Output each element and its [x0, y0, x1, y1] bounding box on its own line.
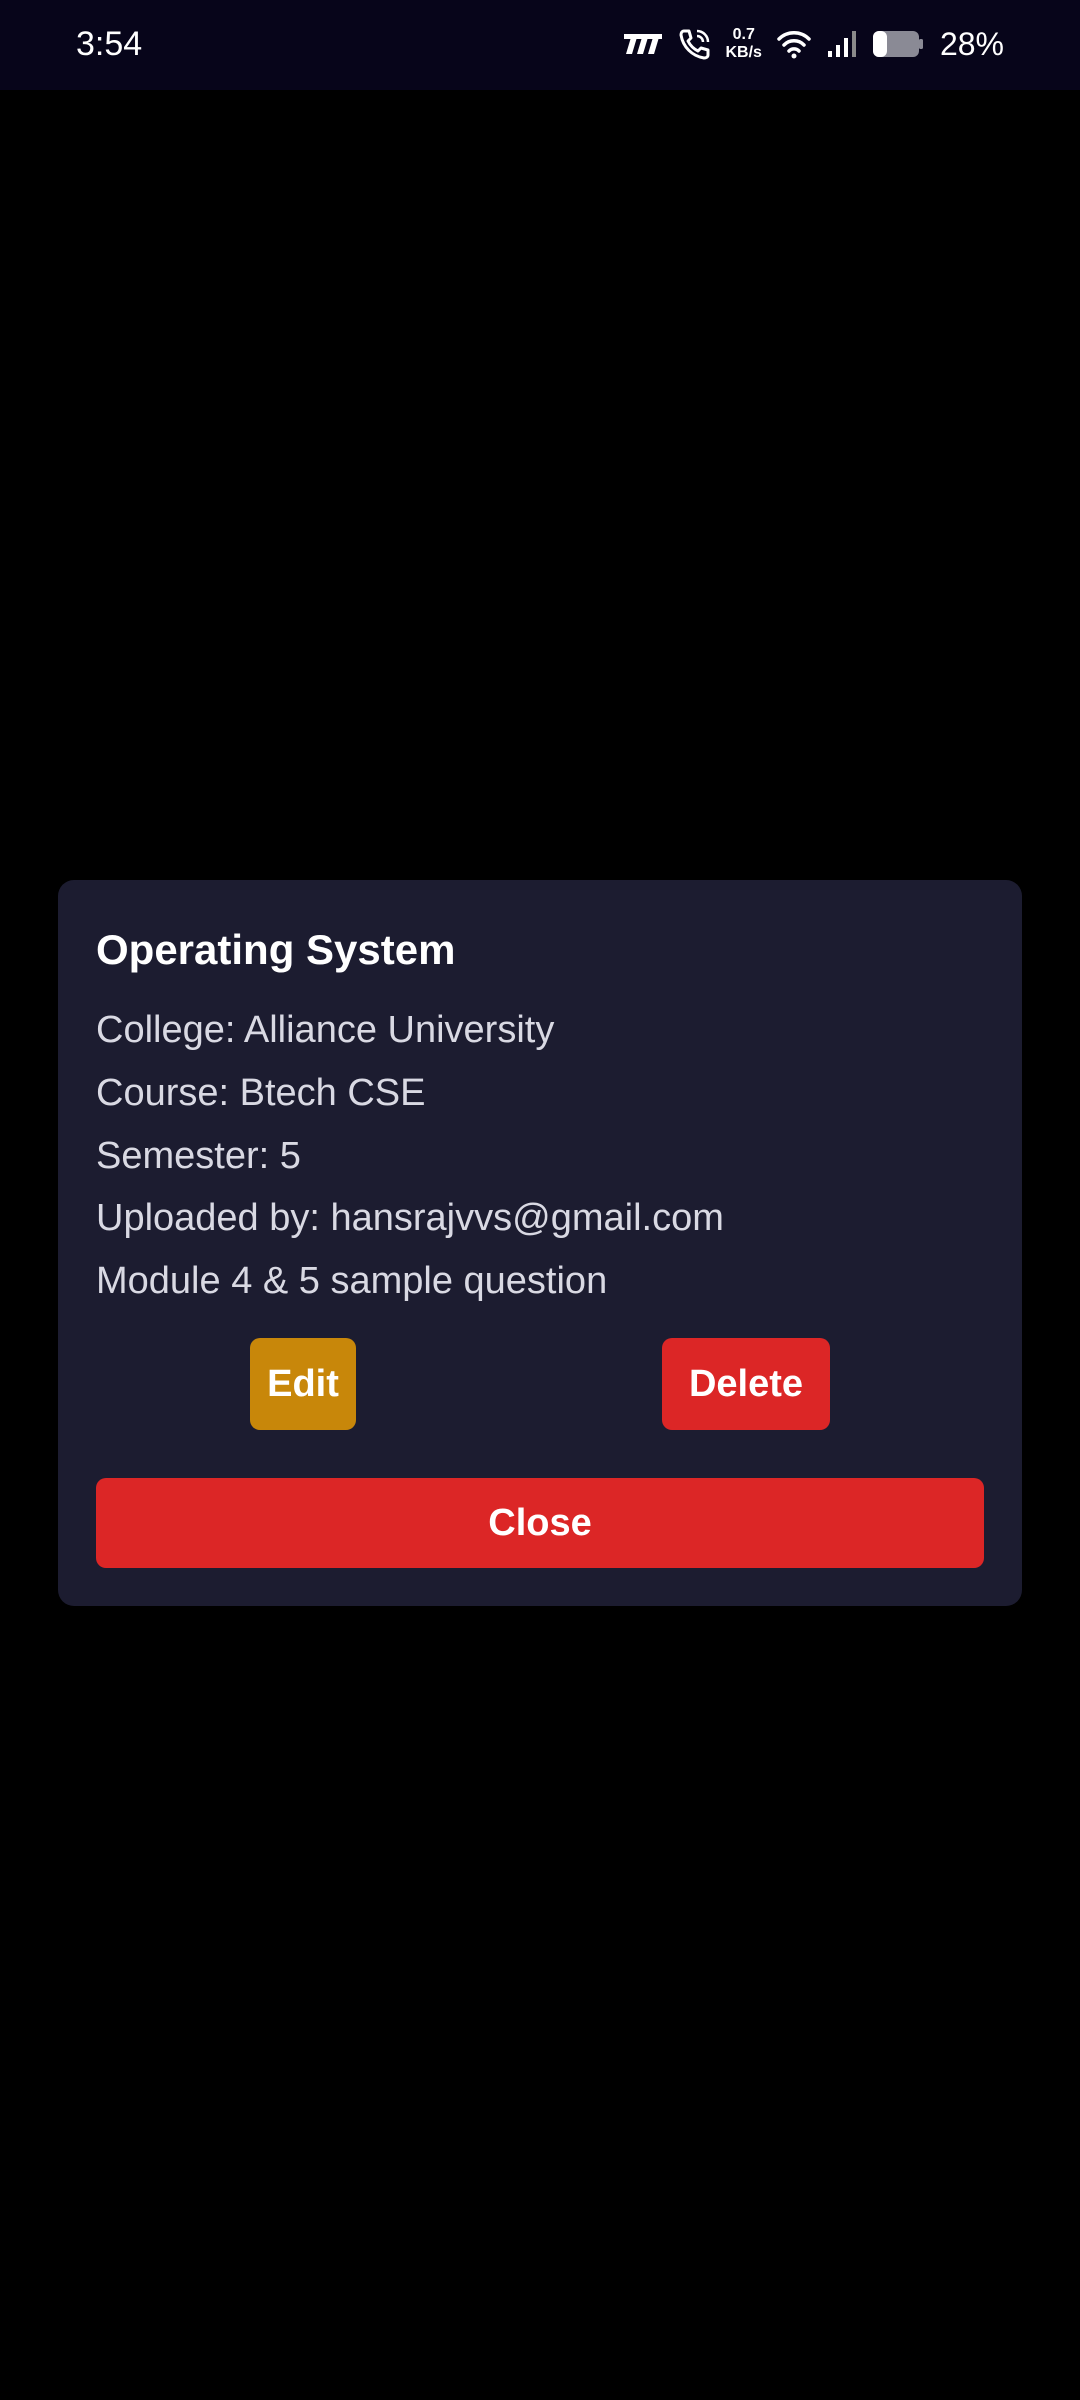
battery-percent: 28% [939, 26, 1004, 62]
dialog-title: Operating System [96, 926, 456, 973]
description-text: Module 4 & 5 sample question [96, 1260, 608, 1302]
status-bar: 3:54 0.7 KB/s 28% [0, 0, 1080, 90]
document-details-dialog: Operating System College: Alliance Unive… [58, 880, 1022, 1606]
network-speed: 0.7 KB/s [726, 26, 762, 62]
semester-text: Semester: 5 [96, 1135, 301, 1177]
network-logo-icon [622, 32, 664, 56]
cellular-signal-icon [826, 29, 858, 59]
wifi-call-icon [678, 27, 712, 61]
battery-icon [872, 29, 924, 59]
status-time: 3:54 [76, 25, 143, 63]
delete-button[interactable]: Delete [662, 1338, 830, 1430]
uploaded-by-text: Uploaded by: hansrajvvs@gmail.com [96, 1197, 724, 1239]
edit-button[interactable]: Edit [250, 1338, 356, 1430]
course-text: Course: Btech CSE [96, 1072, 426, 1114]
close-button[interactable]: Close [96, 1478, 984, 1568]
wifi-icon [776, 29, 812, 59]
network-speed-value: 0.7 [732, 26, 755, 43]
status-icons: 0.7 KB/s 28% [622, 18, 1004, 70]
college-text: College: Alliance University [96, 1009, 555, 1051]
network-speed-unit: KB/s [725, 44, 762, 61]
